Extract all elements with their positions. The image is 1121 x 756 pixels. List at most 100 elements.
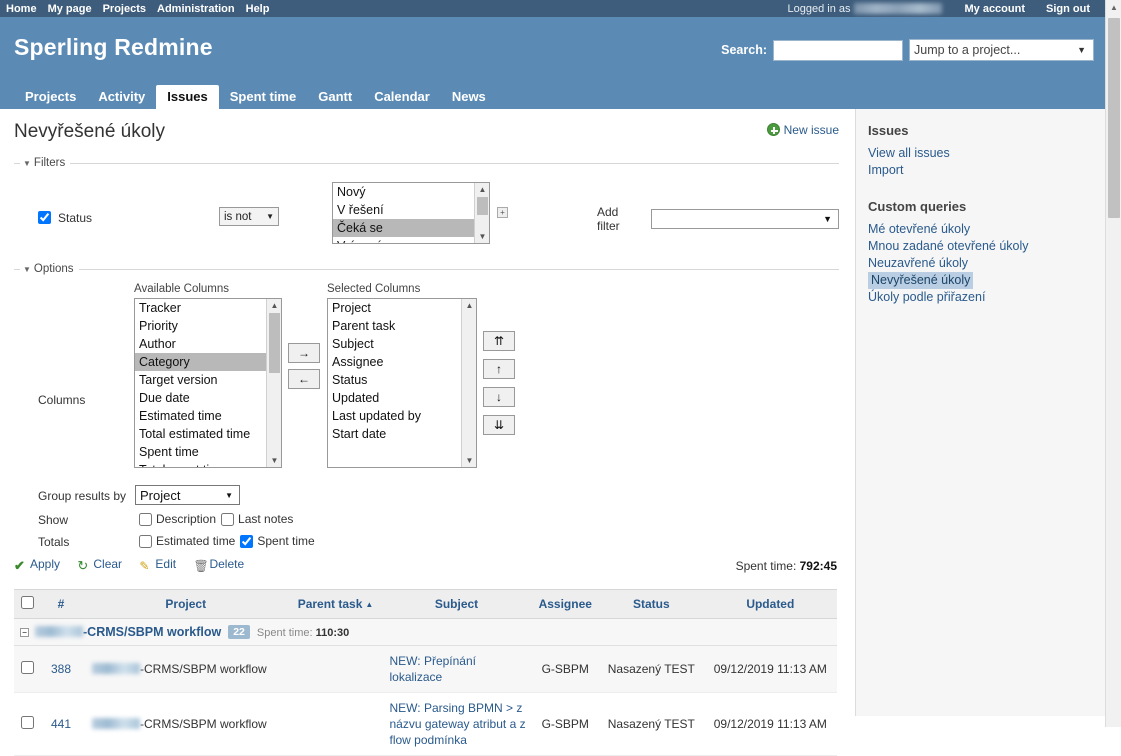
sidebar-query-me-otevrene-ukoly[interactable]: Mé otevřené úkoly <box>868 221 1093 238</box>
row-id[interactable]: 441 <box>40 692 82 756</box>
sidebar-query-nevyresene-ukoly[interactable]: Nevyřešené úkoly <box>868 272 974 289</box>
scroll-down-icon[interactable]: ▼ <box>267 454 281 467</box>
selected-column-option[interactable]: Assignee <box>328 353 476 371</box>
column-header-status[interactable]: Status <box>598 589 704 619</box>
filter-value-option[interactable]: V řešení <box>333 201 489 219</box>
selected-columns-listbox[interactable]: Project Parent task Subject Assignee Sta… <box>327 298 477 468</box>
tab-gantt[interactable]: Gantt <box>307 85 363 109</box>
sidebar-query-ukoly-podle-prirazeni[interactable]: Úkoly podle přiřazení <box>868 289 1093 306</box>
top-menu-item-home[interactable]: Home <box>6 3 37 15</box>
selected-column-option[interactable]: Start date <box>328 425 476 443</box>
sidebar-query-neuzavrene-ukoly[interactable]: Neuzavřené úkoly <box>868 255 1093 272</box>
scrollbar-thumb[interactable] <box>269 313 280 373</box>
column-header-assignee[interactable]: Assignee <box>531 589 599 619</box>
options-legend[interactable]: ▼ Options <box>20 263 79 275</box>
available-column-option-selected[interactable]: Category <box>135 353 281 371</box>
tab-activity[interactable]: Activity <box>87 85 156 109</box>
move-right-button[interactable]: → <box>288 343 320 363</box>
tab-issues[interactable]: Issues <box>156 85 219 109</box>
sidebar-query-mnou-zadane-otevrene-ukoly[interactable]: Mnou zadané otevřené úkoly <box>868 238 1093 255</box>
selected-column-option[interactable]: Last updated by <box>328 407 476 425</box>
filters-legend[interactable]: ▼ Filters <box>20 157 70 169</box>
available-column-option[interactable]: Total estimated time <box>135 425 281 443</box>
available-column-option[interactable]: Total spent time <box>135 461 281 467</box>
scroll-up-icon[interactable]: ▲ <box>475 183 489 196</box>
top-menu-item-administration[interactable]: Administration <box>157 3 235 15</box>
delete-button[interactable]: 🗑Delete <box>193 557 244 573</box>
filter-value-option[interactable]: Nový <box>333 183 489 201</box>
move-up-button[interactable]: ↑ <box>483 359 515 379</box>
add-filter-select[interactable]: ▼ <box>650 209 839 229</box>
apply-button[interactable]: ✔ Apply <box>14 557 60 573</box>
tab-calendar[interactable]: Calendar <box>363 85 441 109</box>
filter-status-operator-select[interactable]: is not ▼ <box>219 207 279 226</box>
tab-news[interactable]: News <box>441 85 497 109</box>
totals-estimated-time-checkbox[interactable] <box>139 534 152 548</box>
search-input[interactable] <box>773 39 903 61</box>
my-account-link[interactable]: My account <box>964 3 1025 15</box>
listbox-scrollbar[interactable]: ▲ ▼ <box>461 299 476 467</box>
clear-button[interactable]: ↻ Clear <box>77 557 122 573</box>
available-column-option[interactable]: Due date <box>135 389 281 407</box>
totals-spent-time-checkbox[interactable] <box>240 534 254 548</box>
browser-scrollbar[interactable]: ▲ <box>1105 0 1121 727</box>
available-columns-listbox[interactable]: Tracker Priority Author Category Target … <box>134 298 282 468</box>
move-to-bottom-button[interactable]: ⇊ <box>483 415 515 435</box>
column-header-updated[interactable]: Updated <box>703 589 837 619</box>
edit-button[interactable]: ✎ Edit <box>139 557 176 573</box>
selected-column-option[interactable]: Project <box>328 299 476 317</box>
sign-out-link[interactable]: Sign out <box>1046 3 1090 15</box>
sidebar-link-view-all-issues[interactable]: View all issues <box>868 145 1093 162</box>
available-column-option[interactable]: Estimated time <box>135 407 281 425</box>
column-header-subject[interactable]: Subject <box>381 589 532 619</box>
selected-column-option[interactable]: Subject <box>328 335 476 353</box>
filter-value-option-selected[interactable]: Čeká se <box>333 219 489 237</box>
available-column-option[interactable]: Priority <box>135 317 281 335</box>
move-to-top-button[interactable]: ⇈ <box>483 331 515 351</box>
show-description-checkbox[interactable] <box>139 512 152 526</box>
scrollbar-thumb[interactable] <box>1108 18 1120 218</box>
selected-column-option[interactable]: Parent task <box>328 317 476 335</box>
column-header-project[interactable]: Project <box>82 589 290 619</box>
listbox-scrollbar[interactable]: ▲ ▼ <box>474 183 489 243</box>
sidebar-link-import[interactable]: Import <box>868 162 1093 179</box>
project-jump-select[interactable]: Jump to a project... ▼ <box>909 39 1094 61</box>
available-column-option[interactable]: Spent time <box>135 443 281 461</box>
column-header-id[interactable]: # <box>40 589 82 619</box>
scroll-up-icon[interactable]: ▲ <box>267 299 281 312</box>
move-down-button[interactable]: ↓ <box>483 387 515 407</box>
column-header-parent-task[interactable]: Parent task ▲ <box>289 589 382 619</box>
select-all-checkbox[interactable] <box>20 596 34 609</box>
available-column-option[interactable]: Target version <box>135 371 281 389</box>
tab-spent-time[interactable]: Spent time <box>219 85 307 109</box>
row-subject[interactable]: NEW: Přepínání lokalizace <box>381 645 532 693</box>
scroll-up-icon[interactable]: ▲ <box>462 299 476 312</box>
available-column-option[interactable]: Tracker <box>135 299 281 317</box>
top-menu-item-help[interactable]: Help <box>246 3 270 15</box>
row-checkbox[interactable] <box>20 716 34 729</box>
group-by-select[interactable]: Project ▼ <box>135 485 240 505</box>
top-menu-item-projects[interactable]: Projects <box>103 3 146 15</box>
table-row[interactable]: 388 -CRMS/SBPM workflow NEW: Přepínání l… <box>14 645 837 693</box>
scroll-up-icon[interactable]: ▲ <box>1106 0 1121 16</box>
listbox-scrollbar[interactable]: ▲ ▼ <box>266 299 281 467</box>
row-subject[interactable]: NEW: Parsing BPMN > z názvu gateway atri… <box>381 692 532 756</box>
row-checkbox[interactable] <box>20 661 34 674</box>
filter-status-values-listbox[interactable]: Nový V řešení Čeká se Vrácený ▲ ▼ <box>332 182 490 244</box>
selected-column-option[interactable]: Status <box>328 371 476 389</box>
show-last-notes-checkbox[interactable] <box>221 512 235 526</box>
scrollbar-thumb[interactable] <box>477 197 488 215</box>
new-issue-button[interactable]: New issue <box>766 123 839 137</box>
toggle-multiselect-button[interactable]: + <box>497 207 508 218</box>
collapse-group-icon[interactable]: − <box>20 628 29 637</box>
filter-value-option[interactable]: Vrácený <box>333 237 489 243</box>
top-menu-item-my-page[interactable]: My page <box>48 3 92 15</box>
available-column-option[interactable]: Author <box>135 335 281 353</box>
scroll-down-icon[interactable]: ▼ <box>475 230 489 243</box>
row-id[interactable]: 388 <box>40 645 82 693</box>
selected-column-option[interactable]: Updated <box>328 389 476 407</box>
move-left-button[interactable]: ← <box>288 369 320 389</box>
scroll-down-icon[interactable]: ▼ <box>462 454 476 467</box>
filter-status-checkbox[interactable] <box>38 211 51 224</box>
table-row[interactable]: 441 -CRMS/SBPM workflow NEW: Parsing BPM… <box>14 692 837 756</box>
